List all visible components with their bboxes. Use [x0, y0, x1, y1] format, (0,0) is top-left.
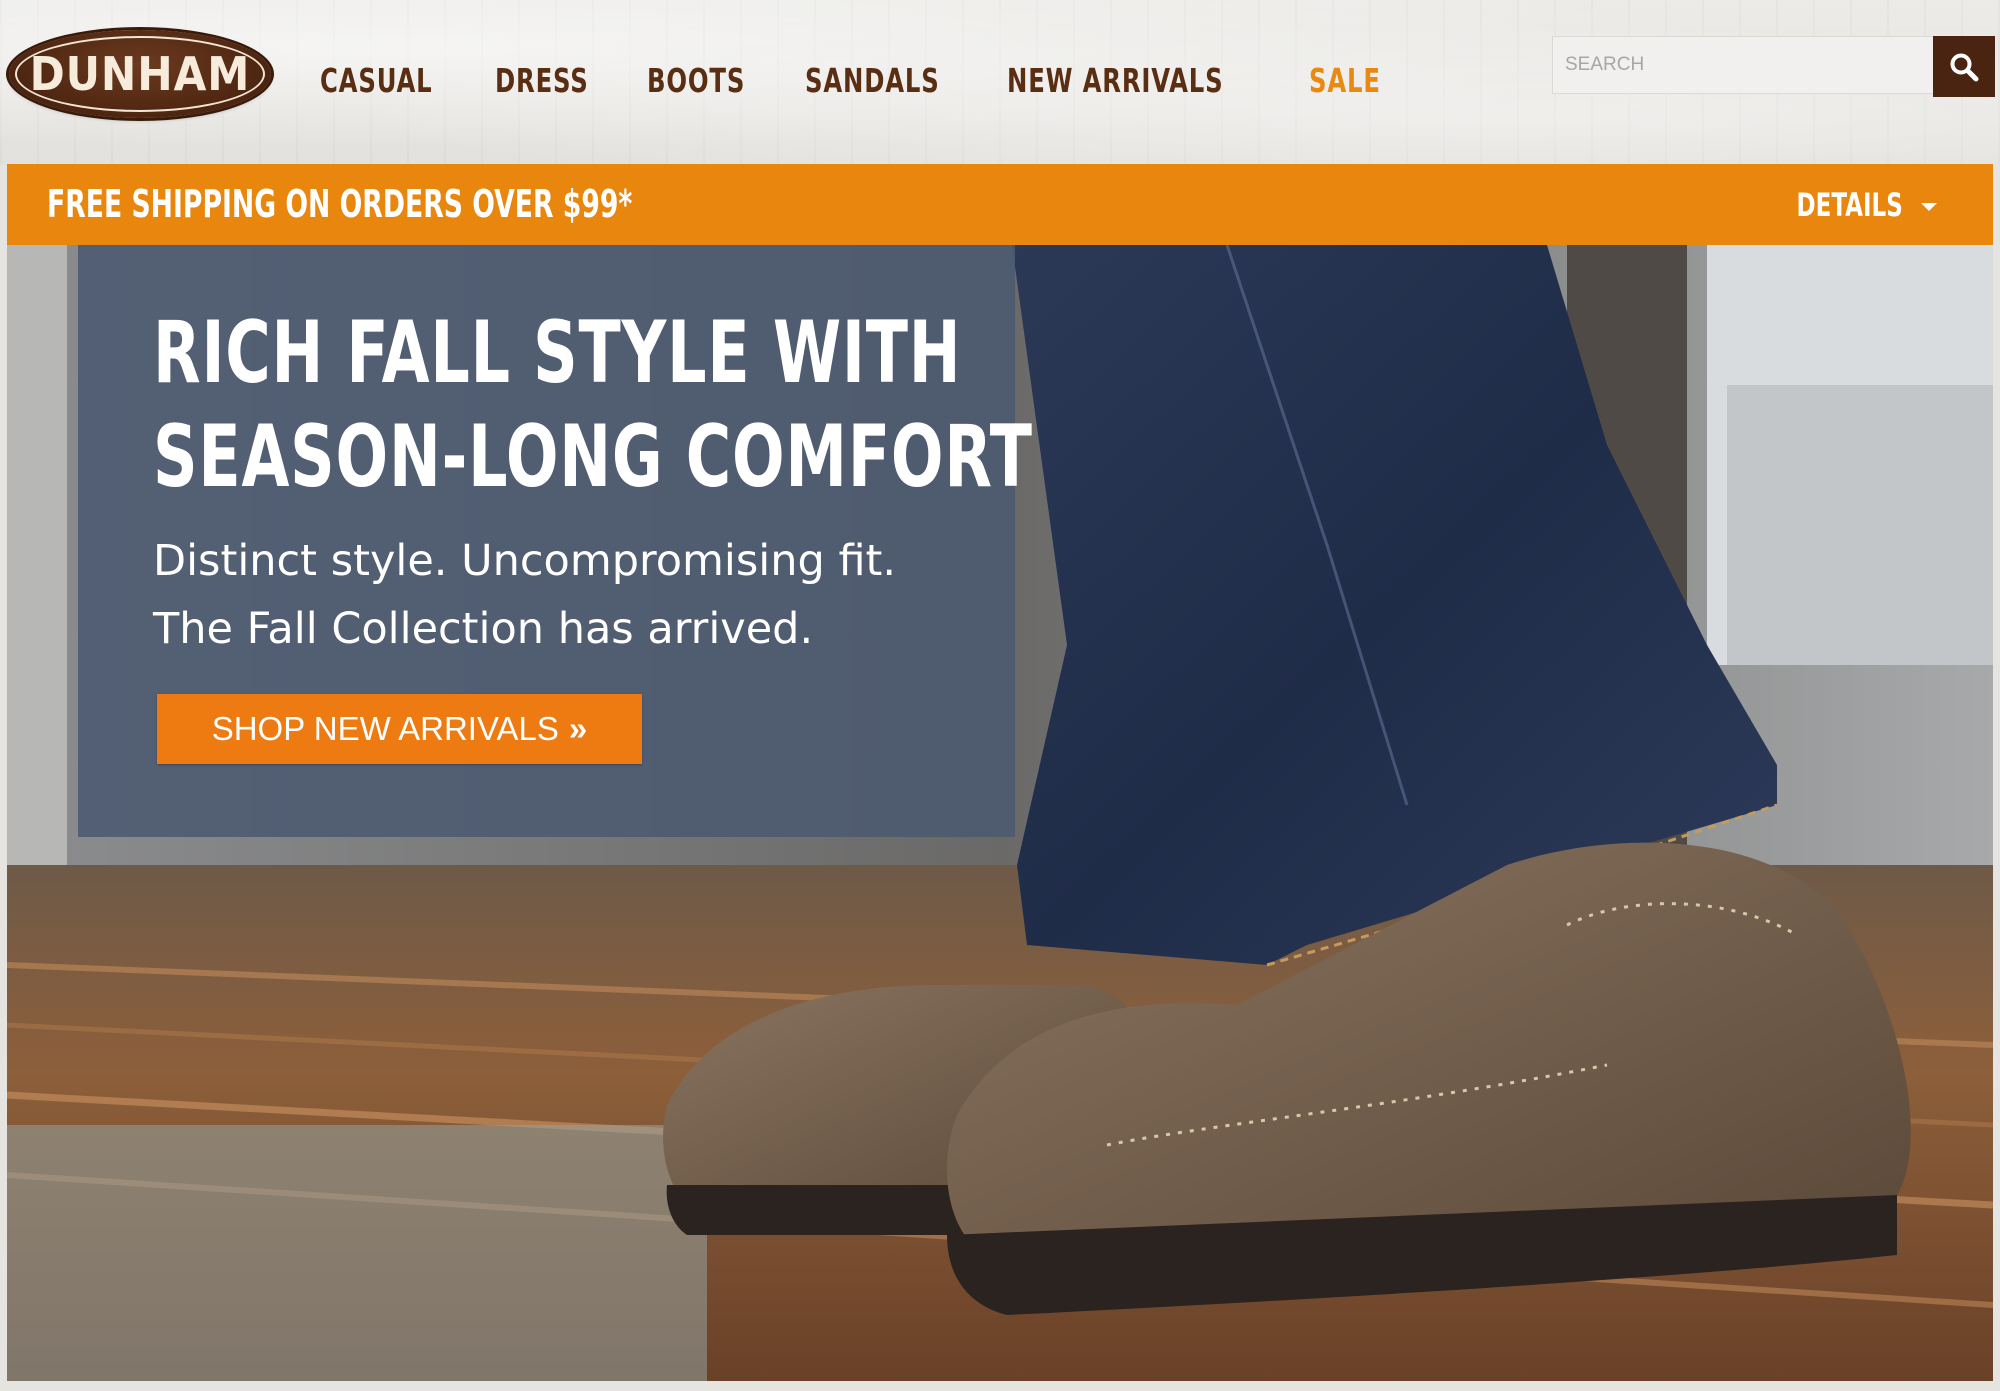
- double-chevron-right-icon: »: [568, 710, 588, 747]
- shop-button-label: SHOP NEW ARRIVALS: [211, 710, 559, 747]
- search-button[interactable]: [1933, 36, 1995, 97]
- hero-headline-line-2: SEASON-LONG COMFORT: [153, 407, 1033, 507]
- nav-sandals[interactable]: SANDALS: [805, 61, 940, 100]
- search-input[interactable]: [1552, 36, 1934, 94]
- details-button[interactable]: DETAILS: [1770, 186, 1937, 224]
- nav-casual[interactable]: CASUAL: [320, 61, 432, 100]
- nav-sale[interactable]: SALE: [1309, 61, 1381, 100]
- nav-new-arrivals[interactable]: NEW ARRIVALS: [1007, 61, 1223, 100]
- caret-down-icon: [1921, 203, 1937, 211]
- details-label: DETAILS: [1796, 186, 1903, 224]
- nav-boots[interactable]: BOOTS: [647, 61, 745, 100]
- shipping-banner: FREE SHIPPING ON ORDERS OVER $99* DETAIL…: [7, 164, 1993, 245]
- hero-headline: RICH FALL STYLE WITH SEASON-LONG COMFORT: [153, 301, 1033, 509]
- nav-dress[interactable]: DRESS: [495, 61, 589, 100]
- hero-headline-line-1: RICH FALL STYLE WITH: [153, 303, 962, 403]
- logo-text: DUNHAM: [29, 47, 251, 101]
- hero-subtext-line-2: The Fall Collection has arrived.: [153, 604, 814, 654]
- shop-new-arrivals-button[interactable]: SHOP NEW ARRIVALS »: [157, 694, 642, 764]
- promo-panel: RICH FALL STYLE WITH SEASON-LONG COMFORT…: [78, 245, 1033, 837]
- search-icon: [1950, 53, 1979, 81]
- hero-banner: RICH FALL STYLE WITH SEASON-LONG COMFORT…: [7, 245, 1993, 1381]
- hero-subtext: Distinct style. Uncompromising fit. The …: [153, 527, 973, 663]
- hero-subtext-line-1: Distinct style. Uncompromising fit.: [153, 536, 897, 586]
- shipping-text: FREE SHIPPING ON ORDERS OVER $99*: [47, 182, 633, 226]
- site-header: DUNHAM CASUAL DRESS BOOTS SANDALS NEW AR…: [0, 0, 2000, 165]
- dunham-logo[interactable]: DUNHAM: [9, 30, 271, 118]
- main-nav: CASUAL DRESS BOOTS SANDALS NEW ARRIVALS …: [320, 52, 1435, 108]
